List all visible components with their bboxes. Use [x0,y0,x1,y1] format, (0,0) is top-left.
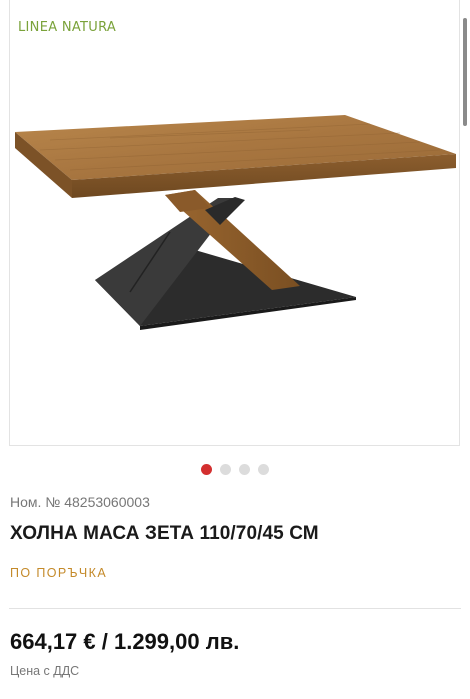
price-note: Цена с ДДС [10,664,80,678]
gallery-dot-3[interactable] [239,464,250,475]
availability-status: ПО ПОРЪЧКА [10,566,108,580]
scrollbar-thumb[interactable] [463,18,467,126]
gallery-pagination [0,464,470,475]
product-sku: Ном. № 48253060003 [10,494,150,510]
product-title: ХОЛНА МАСА ЗЕТА 110/70/45 СМ [10,523,319,544]
gallery-dot-2[interactable] [220,464,231,475]
product-photo [15,115,456,330]
gallery-dot-4[interactable] [258,464,269,475]
gallery-dot-1[interactable] [201,464,212,475]
product-price: 664,17 € / 1.299,00 лв. [10,629,240,654]
product-image-card[interactable]: LINEA NATURA [9,0,460,446]
divider [9,608,461,609]
